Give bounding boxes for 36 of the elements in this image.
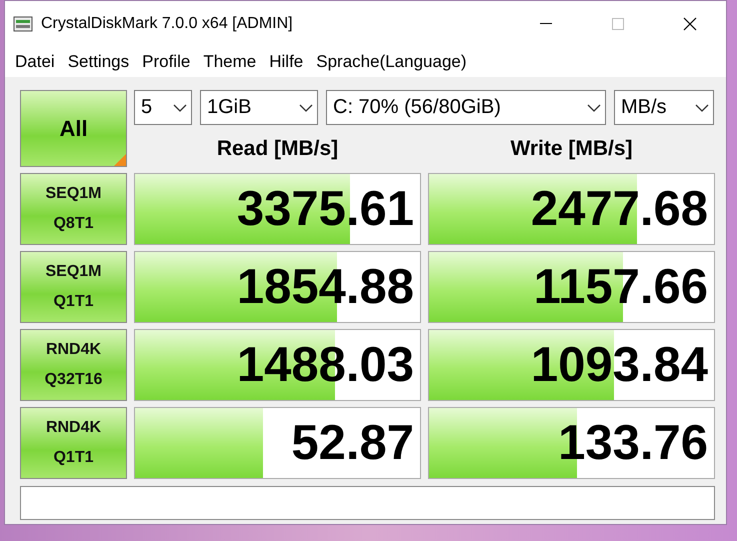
result-value: 1854.88 [236,259,414,316]
window-title: CrystalDiskMark 7.0.0 x64 [ADMIN] [41,15,294,33]
dropdown[interactable]: 5 [134,90,192,125]
test-button[interactable]: RND4K Q1T1 [20,407,127,479]
result-value: 2477.68 [530,181,708,238]
column-header: Write [MB/s] [509,137,634,161]
menu-item[interactable]: Theme [197,52,264,72]
dropdown-caret-icon [587,104,601,112]
menu-item[interactable]: Hilfe [263,52,310,72]
result-value: 52.87 [291,415,414,472]
corner-triangle-icon [114,154,126,166]
column-header: Read [MB/s] [216,137,340,161]
dropdown-caret-icon [299,104,313,112]
menu-item[interactable]: Sprache(Language) [310,52,474,72]
result-value: 3375.61 [236,181,414,238]
menu-item[interactable]: Profile [136,52,198,72]
dropdown[interactable]: MB/s [614,90,714,125]
dropdown-caret-icon [695,104,709,112]
app-icon [13,16,33,32]
dropdown[interactable]: 1GiB [200,90,318,125]
result-value: 1157.66 [534,259,708,316]
test-button[interactable]: RND4K Q32T16 [20,329,127,401]
dropdown[interactable]: C: 70% (56/80GiB) [326,90,606,125]
minimize-icon [540,23,552,25]
close-icon [683,17,697,31]
maximize-icon [612,18,624,30]
comment-field[interactable] [20,486,715,520]
dropdown-caret-icon [173,104,187,112]
menu-item[interactable]: Settings [62,52,136,72]
result-value: 133.76 [558,415,708,472]
test-button[interactable]: SEQ1M Q1T1 [20,251,127,323]
all-button[interactable]: All [20,90,127,167]
result-value: 1488.03 [236,337,414,394]
test-button[interactable]: SEQ1M Q8T1 [20,173,127,245]
menu-item[interactable]: Datei [9,52,62,72]
result-value: 1093.84 [530,337,708,394]
